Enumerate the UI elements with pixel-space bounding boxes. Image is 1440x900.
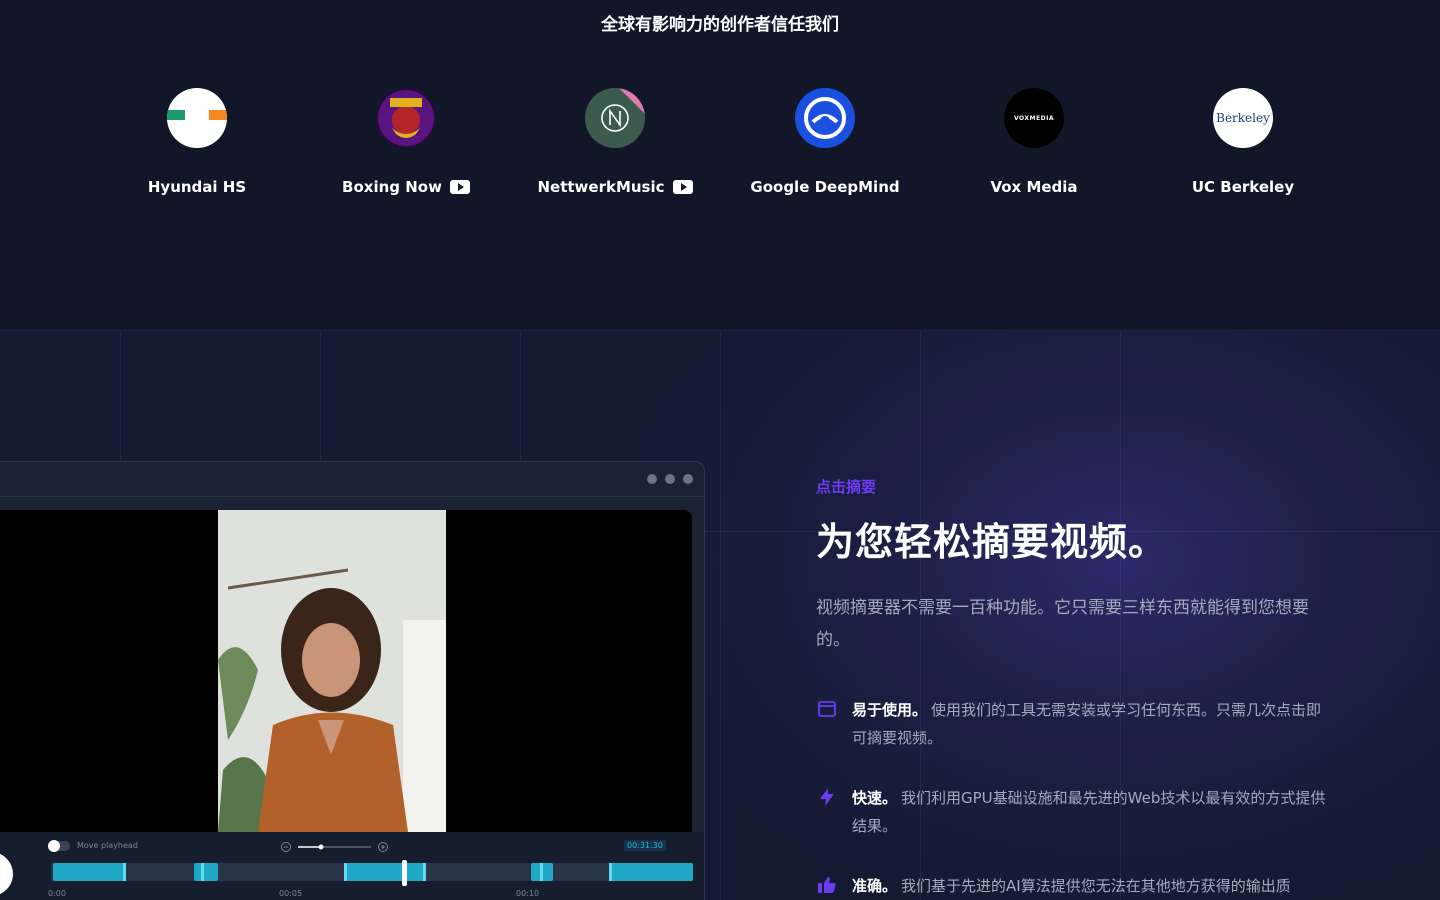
point-text: 我们基于先进的AI算法提供您无法在其他地方获得的输出质: [901, 877, 1291, 895]
window-icon: [816, 698, 838, 720]
segment-handle[interactable]: [540, 863, 543, 881]
feature-point-fast: 快速。 我们利用GPU基础设施和最先进的Web技术以最有效的方式提供结果。: [816, 784, 1336, 840]
point-text: 我们利用GPU基础设施和最先进的Web技术以最有效的方式提供结果。: [852, 789, 1326, 835]
playhead[interactable]: [402, 860, 407, 886]
uc-berkeley-logo: Berkeley: [1213, 88, 1273, 148]
thumbs-up-icon: [816, 874, 838, 896]
move-playhead-label: Move playhead: [77, 841, 138, 850]
berkeley-logo-text: Berkeley: [1216, 111, 1270, 125]
vox-media-logo: VOXMEDIA: [1004, 88, 1064, 148]
feature-description: 视频摘要器不需要一百种功能。它只需要三样东西就能得到您想要的。: [816, 598, 1309, 650]
creator-name: NettwerkMusic: [537, 178, 665, 196]
point-title: 准确。: [852, 877, 898, 895]
vox-media-logo-text: VOXMEDIA: [1014, 114, 1054, 122]
lightning-icon: [816, 786, 838, 808]
feature-point-easy: 易于使用。 使用我们的工具无需安装或学习任何东西。只需几次点击即可摘要视频。: [816, 696, 1336, 752]
segment-handle[interactable]: [609, 863, 612, 881]
video-preview[interactable]: [0, 510, 692, 832]
pause-button[interactable]: [0, 852, 13, 896]
editor-title-bar: [0, 462, 704, 497]
segment-handle[interactable]: [423, 863, 426, 881]
creator-nettwerkmusic[interactable]: NettwerkMusic: [510, 88, 720, 196]
feature-text: 点击摘要 为您轻松摘要视频。 视频摘要器不需要一百种功能。它只需要三样东西就能得…: [816, 476, 1336, 895]
creator-name: Google DeepMind: [750, 178, 900, 196]
timeline-panel: Move playhead 00:31.30 0:00 00:05 00:10: [0, 832, 704, 900]
point-title: 易于使用。: [852, 701, 928, 719]
window-dot-icon: [647, 474, 657, 484]
window-dot-icon: [683, 474, 693, 484]
timeline-segment[interactable]: [53, 863, 125, 881]
creator-name: Vox Media: [990, 178, 1078, 196]
creator-name: Hyundai HS: [147, 178, 247, 196]
timeline-segment[interactable]: [609, 863, 693, 881]
timeline-track[interactable]: [51, 863, 693, 881]
point-title: 快速。: [852, 789, 898, 807]
creators-title: 全球有影响力的创作者信任我们: [601, 15, 839, 35]
window-dot-icon: [665, 474, 675, 484]
video-frame-image: [218, 510, 446, 832]
creator-name: Boxing Now: [342, 178, 442, 196]
timeline-tick: 00:10: [516, 889, 540, 898]
boxing-now-logo: [376, 88, 436, 148]
move-playhead-toggle[interactable]: [48, 840, 70, 852]
timeline-tick: 0:00: [48, 889, 66, 898]
timeline-segment[interactable]: [194, 863, 218, 881]
creators-section: 全球有影响力的创作者信任我们 Hyundai HS Boxing Now Net…: [0, 0, 1440, 330]
creator-name: UC Berkeley: [1191, 178, 1295, 196]
creator-uc-berkeley[interactable]: Berkeley UC Berkeley: [1138, 88, 1348, 196]
zoom-slider[interactable]: [281, 841, 391, 853]
feature-headline: 为您轻松摘要视频。: [816, 520, 1168, 564]
segment-handle[interactable]: [344, 863, 347, 881]
time-display: 00:31.30: [624, 840, 666, 851]
hyundai-logo: [167, 88, 227, 148]
youtube-icon: [672, 180, 693, 194]
feature-point-accurate: 准确。 我们基于先进的AI算法提供您无法在其他地方获得的输出质: [816, 872, 1336, 900]
nettwerk-logo: [585, 88, 645, 148]
youtube-icon: [449, 180, 470, 194]
feature-eyebrow: 点击摘要: [816, 478, 877, 496]
creator-boxing-now[interactable]: Boxing Now: [301, 88, 511, 196]
video-editor-window: Move playhead 00:31.30 0:00 00:05 00:10: [0, 461, 705, 900]
grid-line: [720, 331, 721, 900]
timeline-tick: 00:05: [279, 889, 303, 898]
deepmind-logo: [795, 88, 855, 148]
segment-handle[interactable]: [123, 863, 126, 881]
feature-section: Move playhead 00:31.30 0:00 00:05 00:10 …: [0, 330, 1440, 900]
segment-handle[interactable]: [201, 863, 204, 881]
creator-vox-media[interactable]: VOXMEDIA Vox Media: [929, 88, 1139, 196]
creator-hyundai-hs[interactable]: Hyundai HS: [92, 88, 302, 196]
creator-google-deepmind[interactable]: Google DeepMind: [720, 88, 930, 196]
timeline-segment[interactable]: [344, 863, 426, 881]
